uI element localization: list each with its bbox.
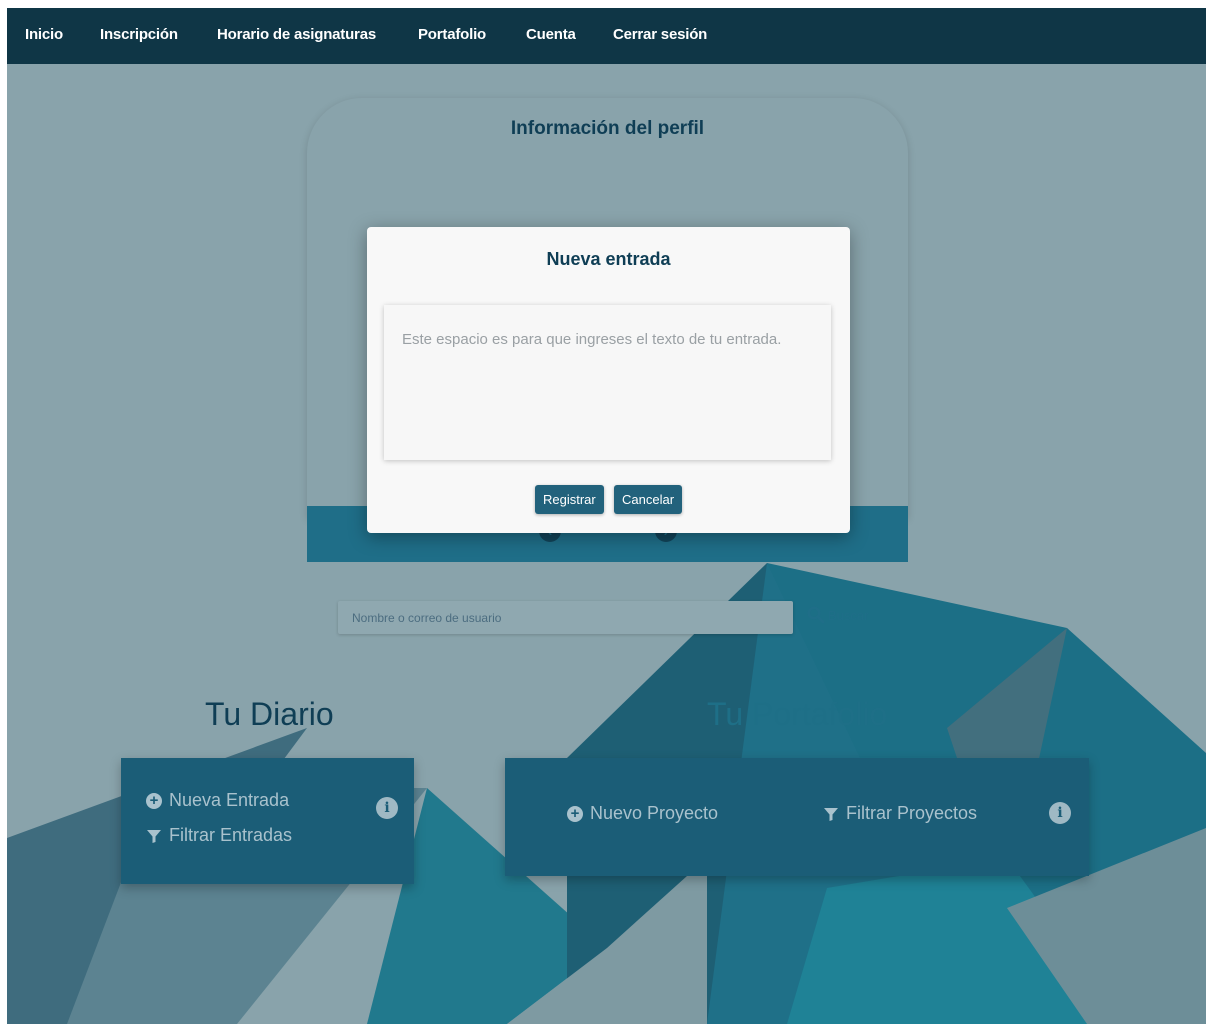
filter-entries-label: Filtrar Entradas xyxy=(169,825,293,845)
new-entry-label: Nueva Entrada xyxy=(169,790,290,810)
register-button[interactable]: Registrar xyxy=(535,485,604,514)
filter-projects-button[interactable]: Filtrar Proyectos xyxy=(823,803,977,824)
filter-projects-label: Filtrar Proyectos xyxy=(846,803,978,823)
search-button-label: Buscar xyxy=(828,607,869,623)
nav-item-portafolio[interactable]: Portafolio xyxy=(418,26,486,43)
portafolio-title: Tu Portafolio xyxy=(707,696,888,732)
new-project-label: Nuevo Proyecto xyxy=(590,803,719,823)
entry-text-area[interactable] xyxy=(384,305,831,460)
new-entry-button[interactable]: + Nueva Entrada xyxy=(146,790,289,811)
top-navbar: Inicio Inscripción Horario de asignatura… xyxy=(7,8,1206,64)
cancel-button[interactable]: Cancelar xyxy=(614,485,683,514)
nav-item-cerrar-sesion[interactable]: Cerrar sesión xyxy=(613,26,707,43)
info-icon[interactable]: i xyxy=(376,797,398,819)
search-button[interactable]: Buscar xyxy=(807,606,868,624)
app-window: Inicio Inscripción Horario de asignatura… xyxy=(7,8,1206,1024)
nav-item-inicio[interactable]: Inicio xyxy=(25,26,63,43)
plus-circle-icon: + xyxy=(567,805,583,822)
nav-item-inscripcion[interactable]: Inscripción xyxy=(100,26,178,43)
portafolio-panel: + Nuevo Proyecto Filtrar Proyectos i xyxy=(505,758,1089,876)
filter-icon xyxy=(147,829,161,843)
profile-title: Información del perfil xyxy=(510,118,705,139)
nav-item-cuenta[interactable]: Cuenta xyxy=(526,26,576,43)
plus-circle-icon: + xyxy=(146,792,162,809)
filter-entries-button[interactable]: Filtrar Entradas xyxy=(146,825,292,846)
diario-title: Tu Diario xyxy=(205,696,334,732)
diario-panel: + Nueva Entrada Filtrar Entradas i xyxy=(121,758,414,884)
new-entry-modal: Nueva entrada Registrar Cancelar xyxy=(367,227,850,533)
modal-title: Nueva entrada xyxy=(546,249,671,269)
nav-item-horario[interactable]: Horario de asignaturas xyxy=(217,26,376,43)
filter-icon xyxy=(824,807,838,821)
info-icon[interactable]: i xyxy=(1049,802,1071,824)
new-project-button[interactable]: + Nuevo Proyecto xyxy=(567,803,718,824)
search-input[interactable] xyxy=(338,601,793,634)
search-icon xyxy=(807,606,825,624)
